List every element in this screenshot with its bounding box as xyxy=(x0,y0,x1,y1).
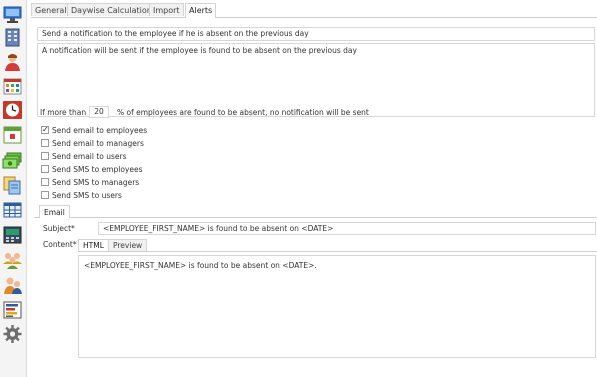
send-sms-employees-label: Send SMS to employees xyxy=(52,165,143,174)
users-icon[interactable] xyxy=(2,275,23,295)
alert-description-textarea[interactable]: A notification will be sent if the emplo… xyxy=(37,43,595,117)
calendar-icon[interactable] xyxy=(2,125,23,145)
content-label: Content* xyxy=(43,240,77,249)
tab-daywise-calculation[interactable]: Daywise Calculation xyxy=(67,3,156,16)
send-email-employees-label: Send email to employees xyxy=(52,126,148,135)
send-sms-users-label: Send SMS to users xyxy=(52,191,122,200)
send-sms-managers-checkbox[interactable] xyxy=(41,178,49,186)
clock-icon[interactable] xyxy=(2,100,23,120)
tab-import[interactable]: Import xyxy=(149,3,184,16)
threshold-input[interactable]: 20 xyxy=(89,106,109,118)
schedule-grid-icon[interactable] xyxy=(2,76,23,96)
tab-preview[interactable]: Preview xyxy=(108,239,148,251)
content-tab-strip xyxy=(78,251,597,252)
send-sms-employees-checkbox[interactable] xyxy=(41,165,49,173)
send-email-managers-checkbox[interactable] xyxy=(41,139,49,147)
send-sms-managers-label: Send SMS to managers xyxy=(52,178,140,187)
table-icon[interactable] xyxy=(2,200,23,220)
tab-bar: General Daywise Calculation Import Alert… xyxy=(31,2,597,18)
send-sms-users-checkbox[interactable] xyxy=(41,191,49,199)
monitor-icon[interactable] xyxy=(2,4,23,24)
person-icon[interactable] xyxy=(2,52,23,72)
send-email-employees-checkbox[interactable]: ✓ xyxy=(41,126,49,134)
money-icon[interactable] xyxy=(2,150,23,170)
tab-html[interactable]: HTML xyxy=(78,239,109,251)
alerts-panel: Send a notification to the employee if h… xyxy=(34,18,597,377)
subject-input[interactable]: <EMPLOYEE_FIRST_NAME> is found to be abs… xyxy=(98,222,596,235)
group-icon[interactable] xyxy=(2,250,23,270)
alert-title-input[interactable]: Send a notification to the employee if h… xyxy=(37,27,595,41)
report-icon[interactable] xyxy=(2,300,23,320)
terminal-icon[interactable] xyxy=(2,225,23,245)
subject-label: Subject* xyxy=(43,224,75,233)
tab-alerts[interactable]: Alerts xyxy=(185,3,217,18)
threshold-suffix-label: % of employees are found to be absent, n… xyxy=(117,108,369,117)
sidebar xyxy=(0,0,27,377)
send-email-managers-label: Send email to managers xyxy=(52,139,144,148)
send-email-users-checkbox[interactable] xyxy=(41,152,49,160)
tab-general[interactable]: General xyxy=(31,3,71,16)
email-tab-strip xyxy=(34,217,597,218)
tab-email[interactable]: Email xyxy=(39,205,70,218)
settings-icon[interactable] xyxy=(2,324,23,344)
documents-icon[interactable] xyxy=(2,175,23,195)
content-editor[interactable]: <EMPLOYEE_FIRST_NAME> is found to be abs… xyxy=(78,255,596,358)
send-email-users-label: Send email to users xyxy=(52,152,127,161)
building-icon[interactable] xyxy=(2,27,23,47)
threshold-prefix-label: If more than xyxy=(40,108,87,117)
